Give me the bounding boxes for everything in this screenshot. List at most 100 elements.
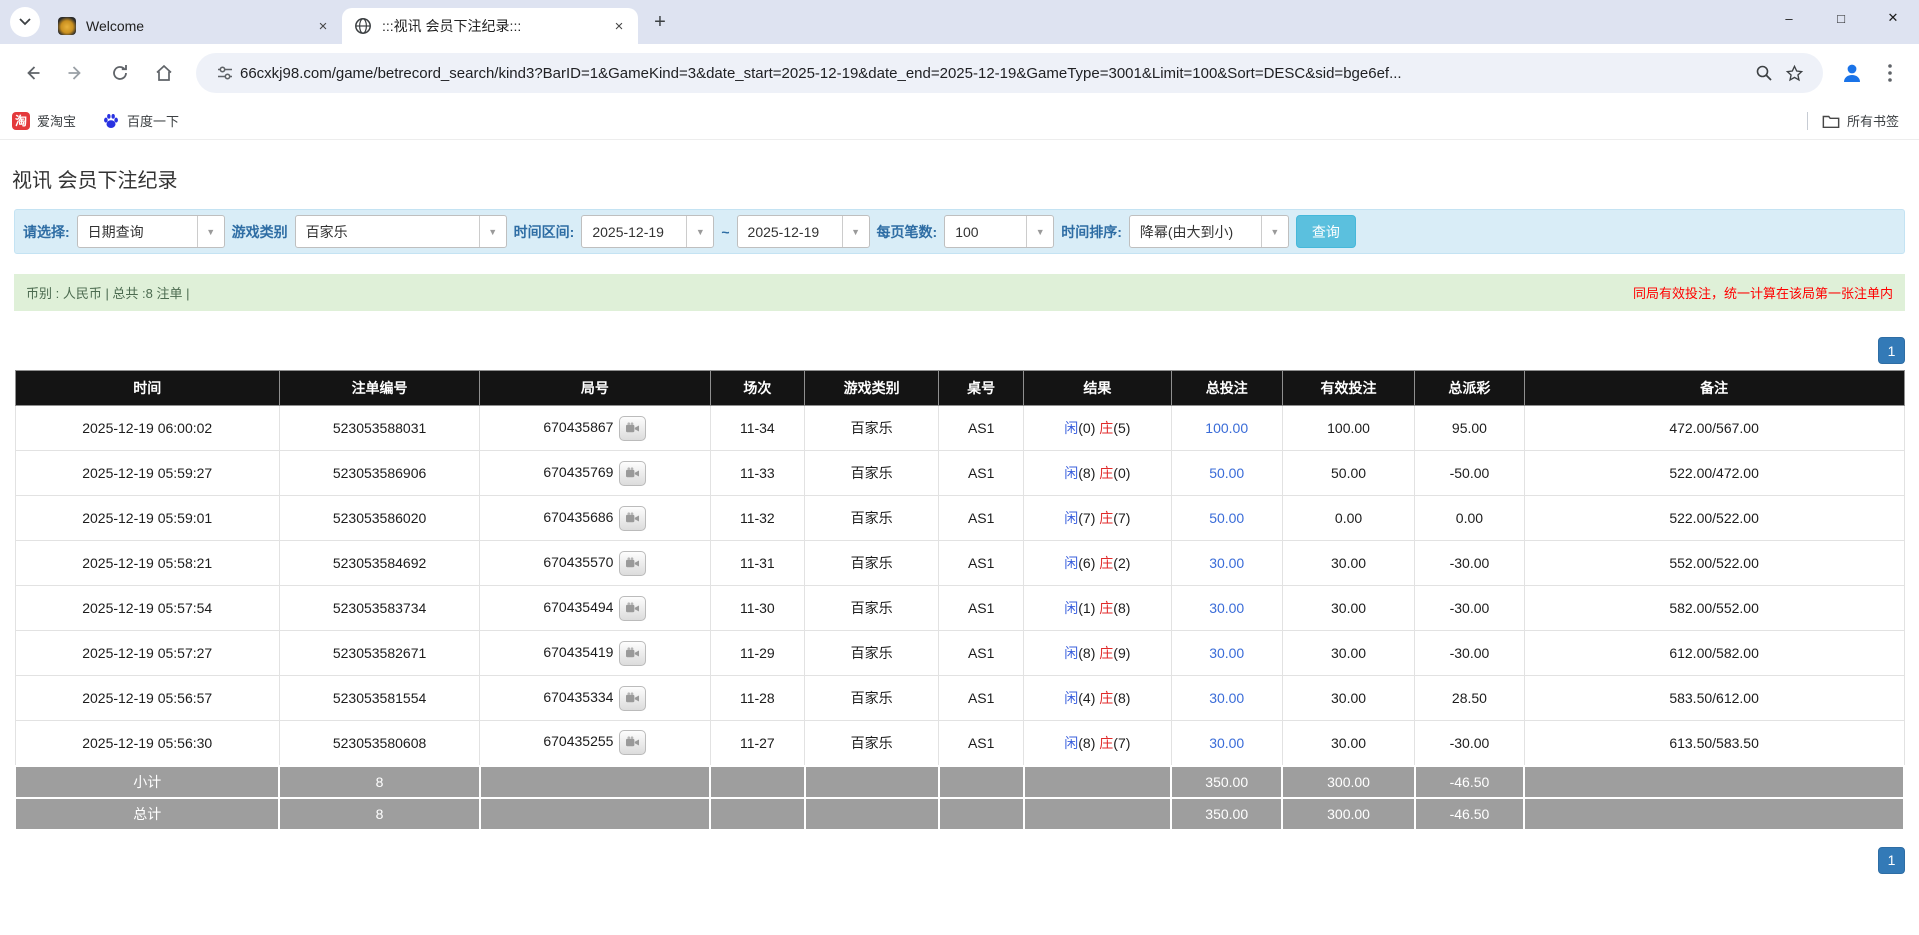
total-row-cell: 8 — [279, 798, 479, 830]
game-kind: 百家乐 — [805, 721, 939, 766]
table-row: 2025-12-19 05:56:30523053580608670435255… — [15, 721, 1904, 766]
bet-id: 523053588031 — [279, 406, 479, 451]
chevron-down-icon: ▼ — [1026, 216, 1053, 247]
url-text[interactable]: 66cxkj98.com/game/betrecord_search/kind3… — [240, 65, 1749, 82]
table-number: AS1 — [939, 451, 1024, 496]
forward-arrow-icon — [66, 63, 86, 83]
video-replay-icon[interactable] — [619, 596, 646, 621]
bookmark-star-icon[interactable] — [1779, 58, 1809, 88]
total-bet: 30.00 — [1171, 586, 1282, 631]
total-bet-link[interactable]: 50.00 — [1209, 465, 1244, 481]
date-start-select[interactable]: 2025-12-19 ▼ — [581, 215, 714, 248]
video-replay-icon[interactable] — [619, 686, 646, 711]
game-kind-select[interactable]: 百家乐 ▼ — [295, 215, 507, 248]
bookmarks-bar: 淘 爱淘宝 百度一下 所有书签 — [0, 102, 1919, 140]
date-range-tilde: ~ — [721, 224, 729, 240]
subtotal-row-cell — [939, 766, 1024, 798]
video-replay-icon[interactable] — [619, 730, 646, 755]
payout: 95.00 — [1415, 406, 1525, 451]
game-result: 闲(1) 庄(8) — [1024, 586, 1171, 631]
subtotal-row-cell — [480, 766, 710, 798]
column-header: 桌号 — [939, 371, 1024, 406]
site-controls-icon[interactable] — [210, 58, 240, 88]
window-controls: – □ ✕ — [1763, 0, 1919, 36]
valid-bet: 30.00 — [1282, 631, 1414, 676]
person-icon — [1840, 61, 1864, 85]
table-number: AS1 — [939, 496, 1024, 541]
banker-result: 庄 — [1099, 555, 1113, 571]
tab-betrecord[interactable]: :::视讯 会员下注纪录::: × — [342, 8, 638, 44]
video-replay-icon[interactable] — [619, 551, 646, 576]
close-window-button[interactable]: ✕ — [1867, 0, 1919, 36]
query-type-select[interactable]: 日期查询 ▼ — [77, 215, 225, 248]
remark: 613.50/583.50 — [1524, 721, 1904, 766]
chevron-down-icon: ▼ — [197, 216, 224, 247]
total-row-cell: 300.00 — [1282, 798, 1414, 830]
tab-welcome[interactable]: Welcome × — [46, 8, 342, 44]
minimize-button[interactable]: – — [1763, 0, 1815, 36]
forward-button[interactable] — [57, 54, 95, 92]
column-header: 备注 — [1524, 371, 1904, 406]
profile-avatar[interactable] — [1833, 54, 1871, 92]
bet-time: 2025-12-19 05:56:57 — [15, 676, 279, 721]
bookmark-baidu[interactable]: 百度一下 — [102, 111, 179, 130]
total-bet-link[interactable]: 30.00 — [1209, 645, 1244, 661]
close-tab-icon[interactable]: × — [610, 17, 628, 35]
column-header: 时间 — [15, 371, 279, 406]
folder-icon — [1822, 113, 1840, 129]
total-row-cell — [1024, 798, 1171, 830]
search-button[interactable]: 查询 — [1296, 215, 1356, 248]
session: 11-27 — [710, 721, 804, 766]
table-row: 2025-12-19 05:59:27523053586906670435769… — [15, 451, 1904, 496]
total-bet-link[interactable]: 30.00 — [1209, 690, 1244, 706]
chevron-down-icon: ▼ — [479, 216, 506, 247]
table-row: 2025-12-19 06:00:02523053588031670435867… — [15, 406, 1904, 451]
total-bet-link[interactable]: 50.00 — [1209, 510, 1244, 526]
total-bet-link[interactable]: 30.00 — [1209, 735, 1244, 751]
valid-bet: 30.00 — [1282, 676, 1414, 721]
valid-bet: 30.00 — [1282, 586, 1414, 631]
total-row-cell — [480, 798, 710, 830]
tab-search-button[interactable] — [10, 7, 40, 37]
table-row: 2025-12-19 05:57:27523053582671670435419… — [15, 631, 1904, 676]
reload-button[interactable] — [101, 54, 139, 92]
maximize-button[interactable]: □ — [1815, 0, 1867, 36]
valid-bet: 30.00 — [1282, 541, 1414, 586]
total-bet-link[interactable]: 30.00 — [1209, 600, 1244, 616]
bet-time: 2025-12-19 05:58:21 — [15, 541, 279, 586]
video-replay-icon[interactable] — [619, 506, 646, 531]
video-replay-icon[interactable] — [619, 641, 646, 666]
bet-id: 523053583734 — [279, 586, 479, 631]
page-1-button[interactable]: 1 — [1878, 847, 1905, 874]
all-bookmarks-button[interactable]: 所有书签 — [1822, 111, 1899, 130]
game-result: 闲(8) 庄(9) — [1024, 631, 1171, 676]
new-tab-button[interactable]: + — [646, 8, 674, 36]
total-bet-link[interactable]: 100.00 — [1205, 420, 1248, 436]
banker-result: 庄 — [1099, 645, 1113, 661]
sort-select[interactable]: 降幂(由大到小) ▼ — [1129, 215, 1289, 248]
round-id: 670435867 — [480, 406, 710, 451]
video-replay-icon[interactable] — [619, 461, 646, 486]
url-bar[interactable]: 66cxkj98.com/game/betrecord_search/kind3… — [196, 53, 1823, 93]
game-result: 闲(6) 庄(2) — [1024, 541, 1171, 586]
player-result: 闲 — [1064, 465, 1078, 481]
sort-label: 时间排序: — [1061, 222, 1122, 242]
bookmark-aitaobao[interactable]: 淘 爱淘宝 — [12, 111, 76, 130]
zoom-icon[interactable] — [1749, 58, 1779, 88]
page-1-button[interactable]: 1 — [1878, 337, 1905, 364]
close-tab-icon[interactable]: × — [314, 17, 332, 35]
column-header: 总投注 — [1171, 371, 1282, 406]
reload-icon — [110, 63, 130, 83]
column-header: 场次 — [710, 371, 804, 406]
date-end-select[interactable]: 2025-12-19 ▼ — [737, 215, 870, 248]
video-replay-icon[interactable] — [619, 416, 646, 441]
subtotal-row-cell: -46.50 — [1415, 766, 1525, 798]
back-button[interactable] — [13, 54, 51, 92]
home-button[interactable] — [145, 54, 183, 92]
page-size-select[interactable]: 100 ▼ — [944, 215, 1054, 248]
browser-menu-button[interactable] — [1871, 54, 1909, 92]
table-number: AS1 — [939, 631, 1024, 676]
table-number: AS1 — [939, 586, 1024, 631]
total-bet-link[interactable]: 30.00 — [1209, 555, 1244, 571]
total-bet: 30.00 — [1171, 631, 1282, 676]
